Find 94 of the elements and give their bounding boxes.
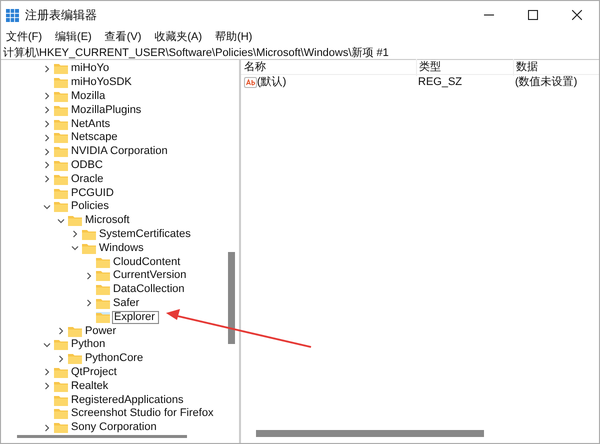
tree-item[interactable]: Explorer <box>112 310 159 324</box>
tree-item[interactable]: SystemCertificates <box>99 228 191 241</box>
chevron-icon[interactable] <box>42 175 50 184</box>
string-value-icon <box>244 76 257 88</box>
folder-icon <box>54 90 68 102</box>
vertical-scrollbar[interactable] <box>228 252 235 344</box>
folder-icon <box>96 298 110 309</box>
chevron-icon[interactable] <box>42 134 50 142</box>
tree-item[interactable]: miHoYo <box>71 62 110 76</box>
folder-icon <box>54 132 68 144</box>
tree-item[interactable]: MozillaPlugins <box>71 104 142 117</box>
chevron-icon[interactable] <box>42 368 50 376</box>
tree-item[interactable]: Netscape <box>71 131 118 144</box>
folder-icon <box>54 366 68 378</box>
tree-item[interactable]: Oracle <box>71 172 104 186</box>
chevron-icon[interactable] <box>56 327 64 336</box>
chevron-icon[interactable] <box>84 299 92 308</box>
folder-icon <box>54 201 68 212</box>
chevron-icon[interactable] <box>42 340 50 349</box>
tree-item[interactable]: Microsoft <box>85 214 130 228</box>
folder-icon <box>54 104 68 116</box>
horizontal-scrollbar[interactable] <box>17 434 187 438</box>
column-header[interactable]: 数据 <box>513 59 599 76</box>
window-title: 注册表编辑器 <box>25 7 97 24</box>
folder-icon <box>68 326 82 337</box>
folder-icon <box>54 422 68 434</box>
chevron-icon[interactable] <box>42 148 50 156</box>
chevron-icon[interactable] <box>42 120 50 128</box>
tree-item[interactable]: Power <box>85 324 116 338</box>
chevron-icon[interactable] <box>42 202 50 211</box>
registry-icon <box>6 8 19 22</box>
tree-item[interactable]: NetAnts <box>71 118 110 131</box>
chevron-icon[interactable] <box>56 354 64 363</box>
folder-icon <box>82 242 96 254</box>
chevron-icon[interactable] <box>42 382 50 390</box>
value-name: (默认) <box>257 74 286 90</box>
folder-icon <box>54 339 68 350</box>
menu-item[interactable]: 文件(F) <box>1 29 48 46</box>
tree-item[interactable]: Python <box>71 338 106 352</box>
menu-item[interactable]: 收藏夹(A) <box>149 29 208 46</box>
chevron-icon[interactable] <box>70 244 78 252</box>
folder-icon <box>96 270 110 282</box>
menu-item[interactable]: 查看(V) <box>100 29 146 46</box>
tree-item[interactable]: Realtek <box>71 380 108 393</box>
folder-icon <box>96 256 110 268</box>
menu-item[interactable]: 帮助(H) <box>210 29 258 46</box>
tree-item[interactable]: Safer <box>113 296 140 310</box>
tree-item[interactable]: CloudContent <box>113 256 180 269</box>
folder-icon <box>54 160 68 171</box>
folder-icon <box>96 312 110 323</box>
tree-item[interactable]: NVIDIA Corporation <box>71 145 168 158</box>
folder-icon <box>54 77 68 88</box>
folder-icon <box>96 284 110 296</box>
folder-icon <box>54 118 68 130</box>
folder-icon <box>54 174 68 185</box>
folder-icon <box>54 188 68 199</box>
tree-item[interactable]: Windows <box>99 242 144 255</box>
folder-icon <box>68 215 82 226</box>
menu-item[interactable]: 编辑(E) <box>50 29 97 46</box>
folder-icon <box>54 408 68 420</box>
folder-icon <box>54 380 68 392</box>
chevron-icon[interactable] <box>70 230 78 238</box>
chevron-icon[interactable] <box>42 106 50 114</box>
folder-icon <box>54 146 68 158</box>
close-icon <box>572 10 582 20</box>
column-header[interactable]: 名称 <box>241 59 416 76</box>
tree-item[interactable]: PythonCore <box>85 352 144 366</box>
tree-item[interactable]: miHoYoSDK <box>71 76 132 90</box>
tree-item[interactable]: QtProject <box>71 366 117 379</box>
tree-item[interactable]: Sony Corporation <box>71 421 157 434</box>
tree-item[interactable]: Screenshot Studio for Firefox <box>71 407 214 420</box>
chevron-icon[interactable] <box>42 64 50 73</box>
chevron-icon[interactable] <box>42 161 50 170</box>
folder-icon <box>54 394 68 406</box>
tree-item[interactable]: CurrentVersion <box>113 269 186 282</box>
folder-icon <box>54 63 68 74</box>
chevron-icon[interactable] <box>56 216 64 225</box>
value-data: (数值未设置) <box>514 74 578 90</box>
chevron-icon[interactable] <box>84 272 92 280</box>
tree-item[interactable]: Mozilla <box>71 90 106 103</box>
value-type: REG_SZ <box>417 74 464 90</box>
horizontal-scrollbar[interactable] <box>256 430 484 437</box>
tree-item[interactable]: RegisteredApplications <box>71 394 184 407</box>
tree-item[interactable]: PCGUID <box>71 186 114 200</box>
tree-item[interactable]: ODBC <box>71 158 103 172</box>
tree-item[interactable]: DataCollection <box>113 283 185 296</box>
folder-icon <box>82 228 96 240</box>
column-header[interactable]: 类型 <box>416 59 513 76</box>
address-bar[interactable]: 计算机\HKEY_CURRENT_USER\Software\Policies\Microsoft\Windows\新项 #1 <box>1 46 599 60</box>
maximize-icon <box>528 10 538 20</box>
chevron-icon[interactable] <box>42 424 50 432</box>
chevron-icon[interactable] <box>42 92 50 100</box>
tree-item[interactable]: Policies <box>71 200 109 214</box>
folder-icon <box>68 353 82 364</box>
